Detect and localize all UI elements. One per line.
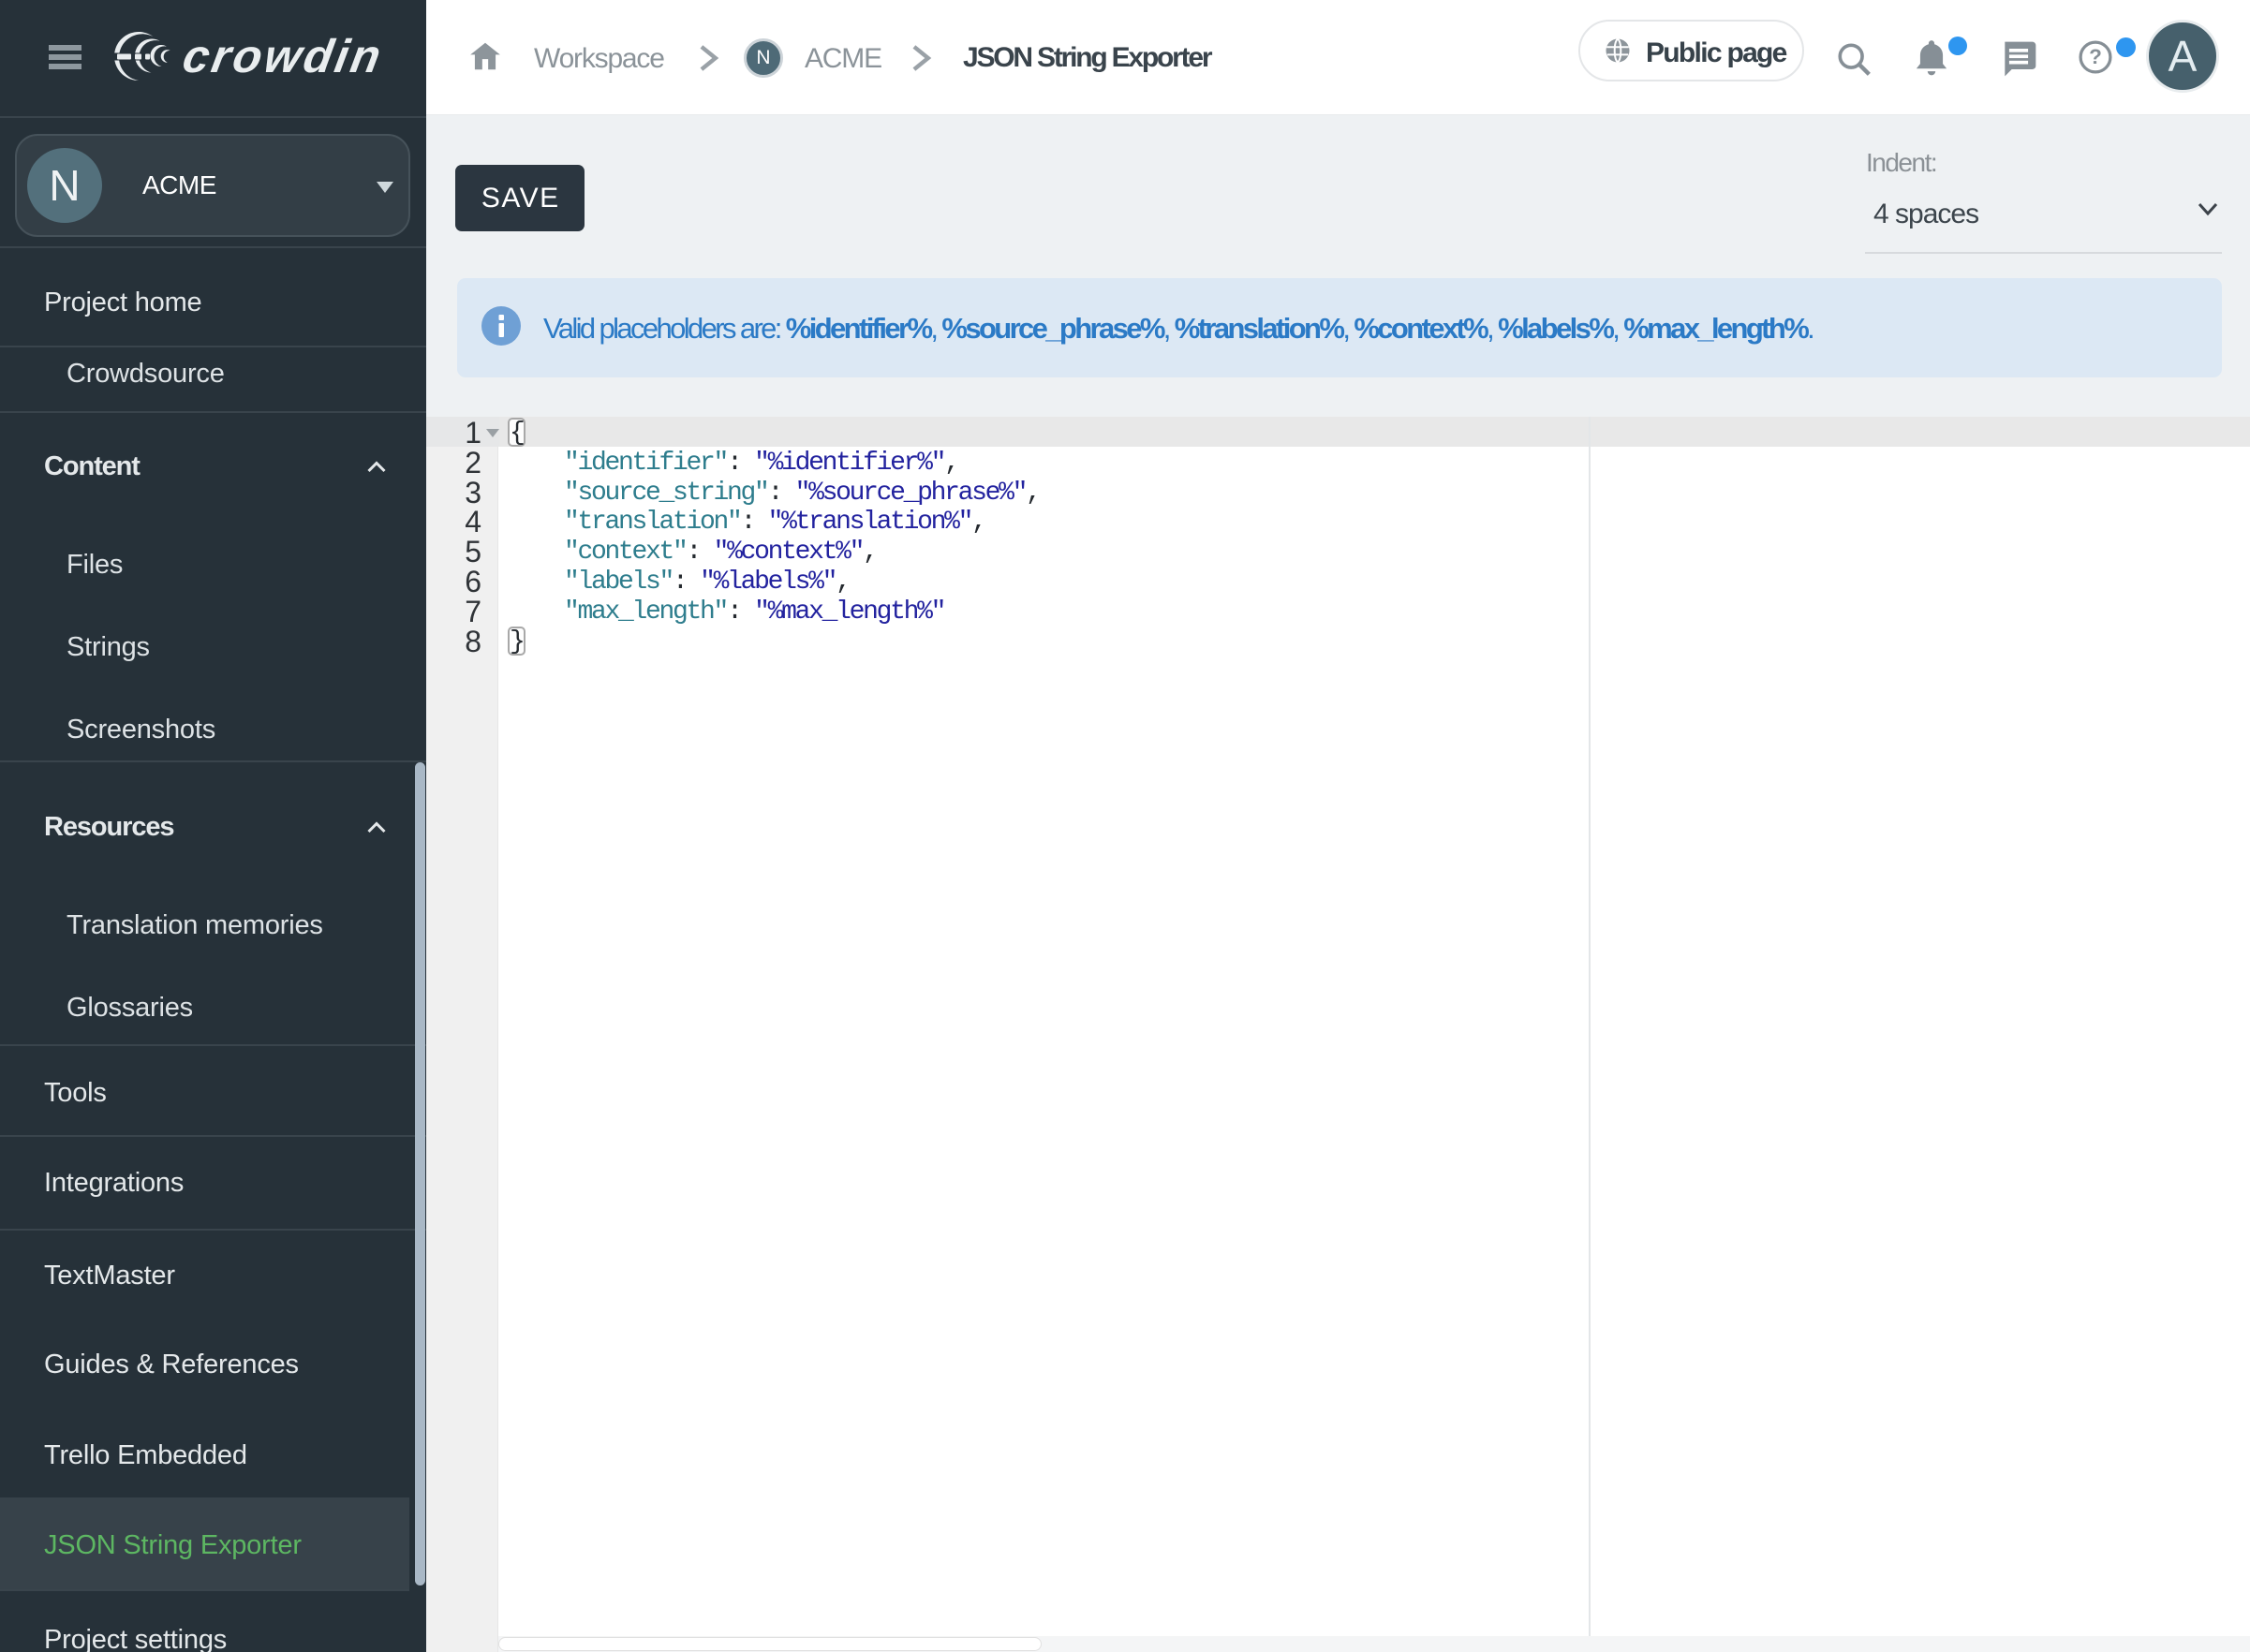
svg-text:?: ? — [2089, 45, 2102, 68]
